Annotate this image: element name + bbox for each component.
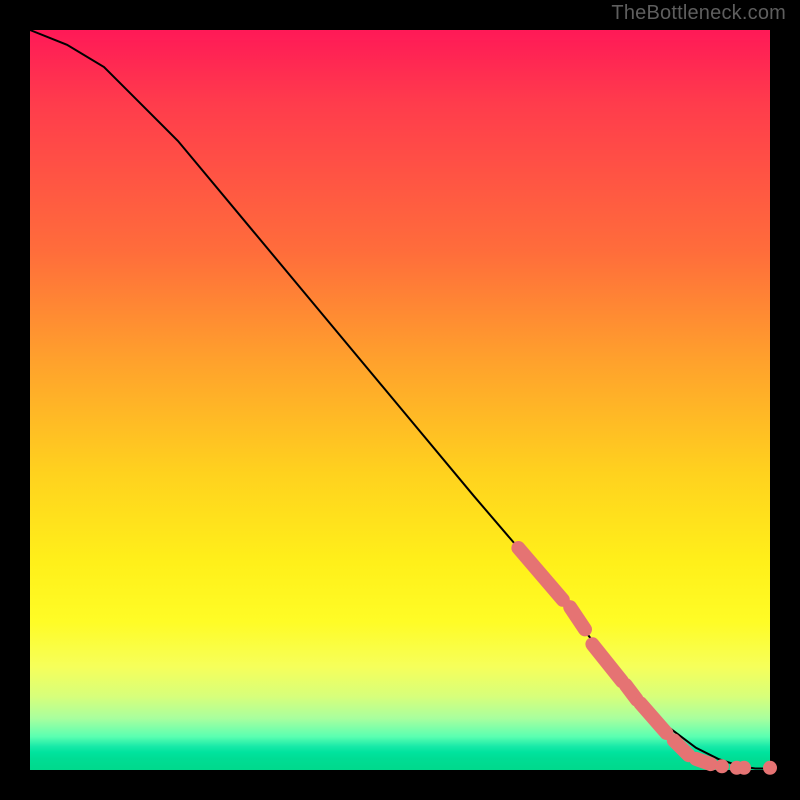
marker-segment [518, 548, 562, 600]
plot-svg [30, 30, 770, 770]
attribution-label: TheBottleneck.com [611, 2, 786, 25]
marker-dot [715, 759, 729, 773]
marker-dot [763, 761, 777, 775]
marker-segment [641, 703, 667, 733]
marker-segment [570, 607, 585, 629]
marker-segment [592, 644, 622, 681]
chart-stage: TheBottleneck.com [0, 0, 800, 800]
marker-segment [696, 759, 711, 764]
marker-dot [737, 761, 751, 775]
marker-segment [674, 740, 689, 755]
curve-line [30, 30, 770, 769]
plot-area [30, 30, 770, 770]
marker-segment [626, 685, 637, 700]
